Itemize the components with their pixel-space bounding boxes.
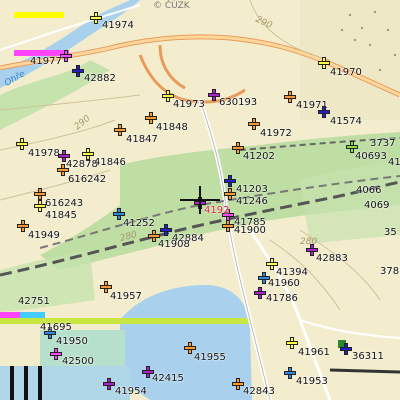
point-label[interactable]: 41961 <box>298 348 330 358</box>
point-label[interactable]: 41847 <box>126 135 158 145</box>
point-marker-icon[interactable] <box>222 220 234 232</box>
point-label[interactable]: 41202 <box>243 152 275 162</box>
point-label[interactable]: 42843 <box>243 387 275 397</box>
point-marker-icon[interactable] <box>224 188 236 200</box>
point-label[interactable]: 616242 <box>68 175 106 185</box>
point-marker-icon[interactable] <box>286 337 298 349</box>
point-label[interactable]: 41246 <box>236 197 268 207</box>
point-label[interactable]: 41974 <box>102 21 134 31</box>
point-marker-icon[interactable] <box>50 348 62 360</box>
point-label[interactable]: 41846 <box>94 158 126 168</box>
point-label[interactable]: 41973 <box>173 100 205 110</box>
point-label[interactable]: 41978 <box>28 149 60 159</box>
point-label[interactable]: 630193 <box>219 98 257 108</box>
point-marker-icon[interactable] <box>90 12 102 24</box>
point-marker-icon[interactable] <box>72 65 84 77</box>
point-label[interactable]: 41960 <box>268 279 300 289</box>
point-marker-icon[interactable] <box>103 378 115 390</box>
point-label[interactable]: 41972 <box>260 129 292 139</box>
point-label[interactable]: 3737 <box>370 139 395 149</box>
point-marker-icon[interactable] <box>318 57 330 69</box>
point-label[interactable]: 4066 <box>356 186 381 196</box>
point-label[interactable]: 41848 <box>156 123 188 133</box>
point-marker-icon[interactable] <box>16 138 28 150</box>
point-label[interactable]: 41900 <box>234 226 266 236</box>
point-label[interactable]: 616243 <box>45 199 83 209</box>
point-label[interactable]: 41970 <box>330 68 362 78</box>
point-label[interactable]: 41953 <box>296 377 328 387</box>
point-label[interactable]: 41695 <box>40 323 72 333</box>
point-label[interactable]: 41954 <box>115 387 147 397</box>
point-label[interactable]: 40693 <box>355 152 387 162</box>
point-label[interactable]: 41977 <box>30 57 62 67</box>
crosshair-icon <box>180 186 220 214</box>
point-marker-icon[interactable] <box>160 224 172 236</box>
point-label[interactable]: 41203 <box>236 185 268 195</box>
point-label[interactable]: 42415 <box>152 374 184 384</box>
map-viewport[interactable]: © ČÚZK Ohře 290 290 280 280 41974 41977 … <box>0 0 400 400</box>
point-marker-icon[interactable] <box>318 106 330 118</box>
point-label[interactable]: 41845 <box>45 211 77 221</box>
point-label[interactable]: 41574 <box>330 117 362 127</box>
point-label[interactable]: 41252 <box>123 219 155 229</box>
point-label[interactable]: 42751 <box>18 297 50 307</box>
point-marker-icon[interactable] <box>340 343 352 355</box>
point-marker-icon[interactable] <box>254 287 266 299</box>
point-label[interactable]: 35 <box>384 228 397 238</box>
point-marker-icon[interactable] <box>224 175 236 187</box>
point-label[interactable]: 42882 <box>84 74 116 84</box>
point-marker-icon[interactable] <box>284 91 296 103</box>
copyright-notice: © ČÚZK <box>153 1 190 11</box>
point-label[interactable]: 41950 <box>56 337 88 347</box>
point-label[interactable]: 41 <box>388 158 400 168</box>
point-label[interactable]: 42883 <box>316 254 348 264</box>
point-label[interactable]: 41908 <box>158 240 190 250</box>
point-label[interactable]: 41786 <box>266 294 298 304</box>
point-label[interactable]: 42500 <box>62 357 94 367</box>
point-marker-icon[interactable] <box>114 124 126 136</box>
point-label[interactable]: 41949 <box>28 231 60 241</box>
point-label[interactable]: 41957 <box>110 292 142 302</box>
point-label[interactable]: 4069 <box>364 201 389 211</box>
point-marker-icon[interactable] <box>82 148 94 160</box>
point-label[interactable]: 36311 <box>352 352 384 362</box>
point-marker-icon[interactable] <box>284 367 296 379</box>
point-label[interactable]: 378 <box>380 267 399 277</box>
point-marker-icon[interactable] <box>248 118 260 130</box>
point-label[interactable]: 41955 <box>194 353 226 363</box>
point-label[interactable]: 41394 <box>276 268 308 278</box>
